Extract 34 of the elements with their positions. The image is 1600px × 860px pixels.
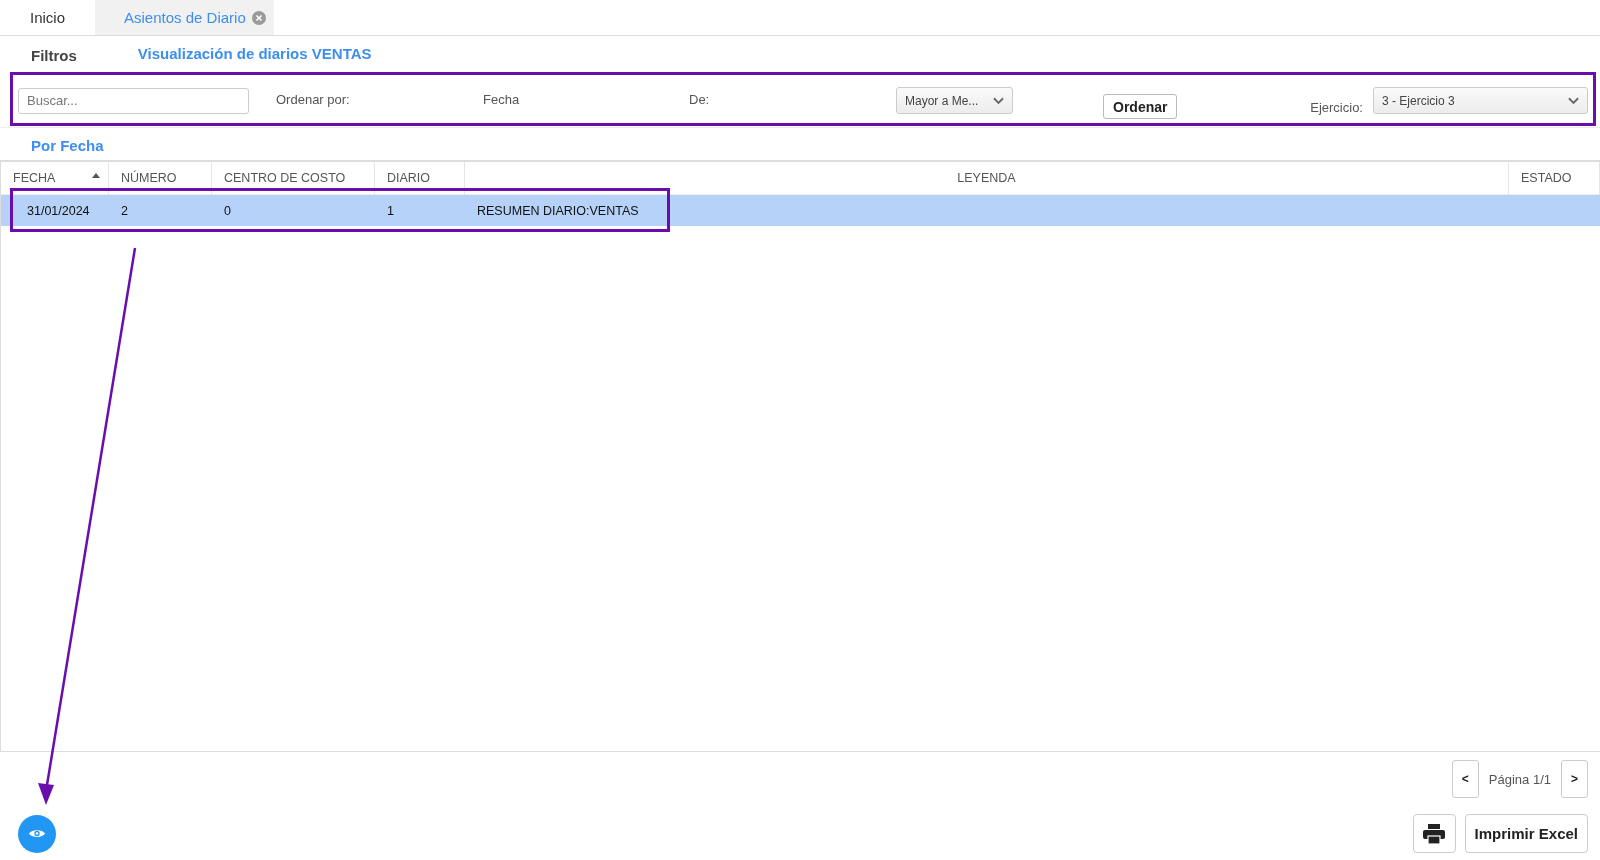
column-header[interactable]: NÚMERO <box>109 162 212 194</box>
direction-dropdown[interactable]: Mayor a Me... <box>896 87 1013 114</box>
eye-icon <box>28 828 46 839</box>
year-dropdown[interactable]: 3 - Ejercicio 3 <box>1373 87 1588 114</box>
previous-page-button[interactable]: < <box>1451 760 1479 798</box>
order-button[interactable]: Ordenar <box>1103 94 1178 119</box>
chevron-down-icon <box>1568 96 1579 105</box>
chevron-down-icon <box>993 96 1004 105</box>
table-cell: 2 <box>121 203 128 218</box>
next-page-button[interactable]: > <box>1561 760 1588 798</box>
page-label: Página 1/1 <box>1488 771 1551 787</box>
column-header[interactable]: ESTADO <box>1509 162 1600 194</box>
tab[interactable]: Filtros <box>0 36 107 74</box>
year-label: Ejercicio: <box>1310 100 1363 115</box>
table-row[interactable]: 31/01/2024 2 0 1 RESUMEN DIARIO:VENTAS <box>1 195 1600 226</box>
from-label: De: <box>689 92 711 107</box>
printer-icon <box>1423 823 1446 844</box>
table-cell: 31/01/2024 <box>27 203 90 218</box>
table-cell: RESUMEN DIARIO:VENTAS <box>477 203 639 218</box>
table-cell: 1 <box>387 203 394 218</box>
sort-up-icon <box>92 172 100 178</box>
column-header[interactable]: DIARIO <box>375 162 465 194</box>
close-icon[interactable] <box>251 10 266 25</box>
search-field[interactable]: Buscar... <box>18 87 249 114</box>
export-excel-button[interactable]: Imprimir Excel <box>1464 814 1588 853</box>
order-label: Ordenar por: <box>276 92 351 107</box>
order-value: Fecha <box>483 92 521 107</box>
column-header[interactable]: CENTRO DE COSTO <box>212 162 375 194</box>
column-header[interactable]: FECHA <box>1 162 109 194</box>
table-cell: 0 <box>224 203 231 218</box>
view-button[interactable] <box>18 814 56 853</box>
print-button[interactable] <box>1412 814 1456 853</box>
tab[interactable]: Inicio <box>0 0 96 35</box>
column-header[interactable]: LEYENDA <box>465 162 1509 194</box>
